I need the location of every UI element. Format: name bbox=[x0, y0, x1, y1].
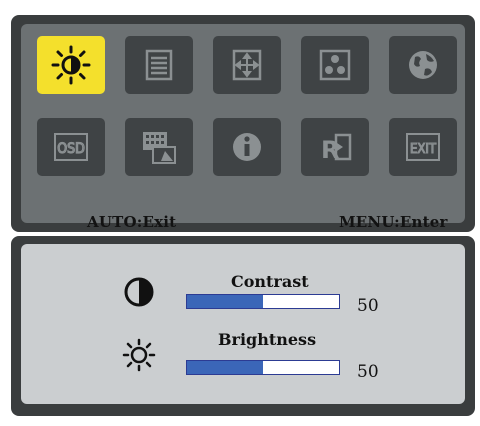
exit-tab[interactable]: EXIT bbox=[389, 118, 457, 176]
contrast-icon bbox=[124, 277, 154, 307]
contrast-value: 50 bbox=[357, 296, 379, 316]
osd-adjust-panel: Contrast 50 Brightness 50 bbox=[11, 236, 475, 416]
information-tab[interactable] bbox=[213, 118, 281, 176]
brightness-slider-fill bbox=[187, 361, 263, 374]
position-tab[interactable] bbox=[213, 36, 281, 94]
brightness-slider[interactable] bbox=[186, 360, 340, 375]
osd-text-icon: OSD bbox=[54, 133, 88, 161]
document-lines-icon bbox=[145, 49, 173, 81]
picture-tab[interactable] bbox=[125, 36, 193, 94]
brightness-tab[interactable] bbox=[37, 36, 105, 94]
exit-icon: EXIT bbox=[406, 133, 440, 161]
adjust-list: Contrast 50 Brightness 50 bbox=[21, 244, 465, 404]
sun-icon bbox=[122, 338, 156, 372]
osd-settings-tab[interactable]: OSD bbox=[37, 118, 105, 176]
language-globe-icon bbox=[409, 51, 437, 79]
language-tab[interactable] bbox=[389, 36, 457, 94]
reset-tab[interactable]: R bbox=[301, 118, 369, 176]
reset-icon: R bbox=[321, 133, 352, 164]
position-arrows-icon bbox=[232, 49, 262, 81]
exit-label: EXIT bbox=[410, 142, 437, 157]
brightness-icon bbox=[51, 45, 91, 85]
information-icon bbox=[233, 133, 261, 161]
input-keyboard-icon bbox=[143, 132, 176, 164]
brightness-value: 50 bbox=[357, 362, 379, 382]
contrast-slider[interactable] bbox=[186, 294, 340, 309]
menu-enter-hint: MENU:Enter bbox=[339, 213, 448, 231]
contrast-label: Contrast bbox=[231, 272, 309, 291]
osd-main-menu-panel: OSD R EXIT AUTO:Exit MENU:Enter bbox=[11, 15, 475, 232]
color-tab[interactable] bbox=[301, 36, 369, 94]
osd-label: OSD bbox=[57, 141, 85, 157]
brightness-label: Brightness bbox=[218, 330, 317, 349]
color-dots-icon bbox=[319, 49, 351, 81]
osd-menu-grid: OSD R EXIT bbox=[21, 24, 465, 223]
contrast-slider-fill bbox=[187, 295, 263, 308]
input-tab[interactable] bbox=[125, 118, 193, 176]
auto-exit-hint: AUTO:Exit bbox=[87, 213, 177, 231]
